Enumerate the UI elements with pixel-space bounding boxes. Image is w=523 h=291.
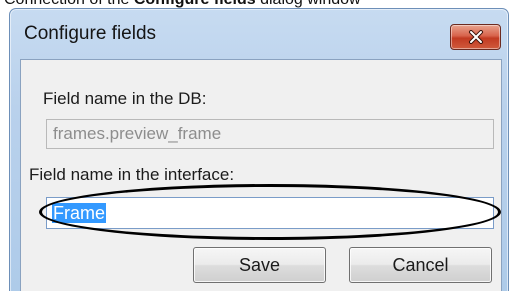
close-icon xyxy=(468,30,483,44)
save-button[interactable]: Save xyxy=(193,247,326,283)
title-bar[interactable]: Configure fields xyxy=(10,9,508,59)
document-cut-text-tail: dialog window xyxy=(256,0,361,8)
screenshot-page: Connection of the Configure fields dialo… xyxy=(0,0,523,291)
close-button[interactable] xyxy=(450,24,501,50)
db-field-input: frames.preview_frame xyxy=(46,119,494,149)
document-cut-text-plain: Connection of the xyxy=(4,0,134,8)
interface-field-value: Frame xyxy=(52,203,107,223)
interface-field-label: Field name in the interface: xyxy=(29,165,235,184)
dialog-body: Field name in the DB: frames.preview_fra… xyxy=(20,59,502,291)
cancel-button[interactable]: Cancel xyxy=(349,247,492,283)
interface-field-input[interactable]: Frame xyxy=(46,197,494,229)
configure-fields-dialog: Configure fields Field name in the DB: f… xyxy=(9,8,509,291)
document-cut-text-bold: Configure fields xyxy=(134,0,256,8)
db-field-value: frames.preview_frame xyxy=(53,124,222,143)
dialog-title: Configure fields xyxy=(24,23,157,44)
db-field-label: Field name in the DB: xyxy=(43,89,207,108)
